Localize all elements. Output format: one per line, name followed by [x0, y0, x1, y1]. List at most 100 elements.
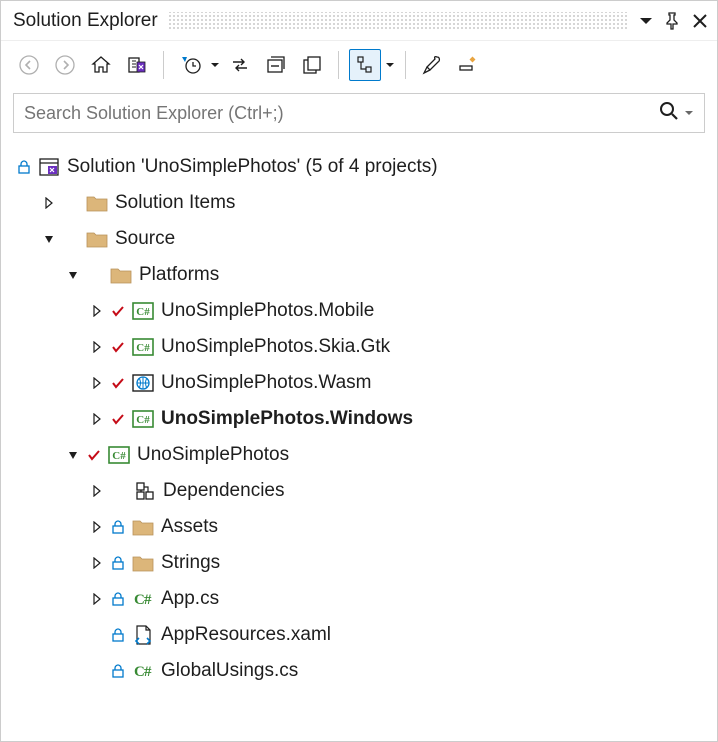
tree-item-main-project[interactable]: C# UnoSimplePhotos: [17, 437, 709, 473]
titlebar: Solution Explorer: [1, 1, 717, 41]
folder-icon: [131, 515, 155, 539]
svg-text:#: #: [144, 592, 152, 608]
chevron-down-icon[interactable]: [65, 447, 81, 463]
folder-icon: [85, 191, 109, 215]
lock-icon: [17, 160, 31, 174]
lock-icon: [111, 628, 125, 642]
tree-item-skia[interactable]: C# UnoSimplePhotos.Skia.Gtk: [17, 329, 709, 365]
chevron-down-icon[interactable]: [65, 267, 81, 283]
svg-text:C#: C#: [136, 342, 150, 354]
search-icon[interactable]: [658, 100, 680, 127]
folder-icon: [85, 227, 109, 251]
node-label: UnoSimplePhotos.Wasm: [161, 372, 371, 394]
grip-dots[interactable]: [168, 12, 629, 30]
chevron-right-icon[interactable]: [89, 303, 105, 319]
window-options-dropdown-icon[interactable]: [639, 14, 653, 28]
lock-icon: [111, 592, 125, 606]
node-label: Strings: [161, 552, 220, 574]
node-label: GlobalUsings.cs: [161, 660, 298, 682]
csharp-file-icon: C#: [131, 587, 155, 611]
properties-button[interactable]: [416, 49, 448, 81]
node-label: UnoSimplePhotos.Skia.Gtk: [161, 336, 390, 358]
forward-button[interactable]: [49, 49, 81, 81]
node-label: UnoSimplePhotos.Windows: [161, 408, 413, 430]
check-icon: [111, 305, 125, 317]
collapse-all-button[interactable]: [260, 49, 292, 81]
show-all-files-button[interactable]: [296, 49, 328, 81]
back-button[interactable]: [13, 49, 45, 81]
node-label: Assets: [161, 516, 218, 538]
tree-item-platforms[interactable]: Platforms: [17, 257, 709, 293]
check-icon: [111, 341, 125, 353]
tree-item-app-resources[interactable]: AppResources.xaml: [17, 617, 709, 653]
tree-item-wasm[interactable]: UnoSimplePhotos.Wasm: [17, 365, 709, 401]
tree-item-strings[interactable]: Strings: [17, 545, 709, 581]
chevron-right-icon[interactable]: [89, 555, 105, 571]
node-label: App.cs: [161, 588, 219, 610]
svg-text:#: #: [144, 664, 152, 680]
csharp-project-icon: C#: [131, 299, 155, 323]
chevron-right-icon[interactable]: [89, 483, 105, 499]
separator: [338, 51, 339, 79]
chevron-right-icon[interactable]: [89, 375, 105, 391]
filter-dropdown-icon[interactable]: [210, 60, 220, 70]
pending-changes-filter-button[interactable]: [174, 49, 206, 81]
node-label: UnoSimplePhotos.Mobile: [161, 300, 374, 322]
home-button[interactable]: [85, 49, 117, 81]
svg-text:C#: C#: [112, 450, 126, 462]
dependencies-icon: [133, 479, 157, 503]
chevron-right-icon[interactable]: [41, 195, 57, 211]
toolbar: [1, 41, 717, 89]
chevron-right-icon[interactable]: [89, 591, 105, 607]
lock-icon: [111, 556, 125, 570]
svg-text:C#: C#: [136, 306, 150, 318]
csharp-project-icon: C#: [131, 335, 155, 359]
track-active-item-button[interactable]: [349, 49, 381, 81]
tree-item-mobile[interactable]: C# UnoSimplePhotos.Mobile: [17, 293, 709, 329]
web-project-icon: [131, 371, 155, 395]
sync-button[interactable]: [224, 49, 256, 81]
solution-icon: [37, 155, 61, 179]
tree-item-windows[interactable]: C# UnoSimplePhotos.Windows: [17, 401, 709, 437]
tree-item-source[interactable]: Source: [17, 221, 709, 257]
search-input[interactable]: [24, 103, 658, 124]
track-dropdown-icon[interactable]: [385, 60, 395, 70]
tree-item-global-usings[interactable]: C# GlobalUsings.cs: [17, 653, 709, 689]
xaml-file-icon: [131, 623, 155, 647]
pin-icon[interactable]: [663, 12, 681, 30]
chevron-right-icon[interactable]: [89, 519, 105, 535]
search-options-dropdown-icon[interactable]: [684, 103, 694, 123]
csharp-project-icon: C#: [107, 443, 131, 467]
node-label: Platforms: [139, 264, 219, 286]
solution-node[interactable]: Solution 'UnoSimplePhotos' (5 of 4 proje…: [17, 149, 709, 185]
search-bar[interactable]: [13, 93, 705, 133]
separator: [163, 51, 164, 79]
check-icon: [87, 449, 101, 461]
solution-tree: Solution 'UnoSimplePhotos' (5 of 4 proje…: [1, 141, 717, 741]
chevron-down-icon[interactable]: [41, 231, 57, 247]
folder-icon: [109, 263, 133, 287]
lock-icon: [111, 520, 125, 534]
tree-item-assets[interactable]: Assets: [17, 509, 709, 545]
tree-item-solution-items[interactable]: Solution Items: [17, 185, 709, 221]
close-icon[interactable]: [691, 12, 709, 30]
node-label: Dependencies: [163, 480, 284, 502]
tree-item-app-cs[interactable]: C# App.cs: [17, 581, 709, 617]
chevron-right-icon[interactable]: [89, 411, 105, 427]
csharp-project-icon: C#: [131, 407, 155, 431]
lock-icon: [111, 664, 125, 678]
tree-item-dependencies[interactable]: Dependencies: [17, 473, 709, 509]
preview-button[interactable]: [452, 49, 484, 81]
node-label: Source: [115, 228, 175, 250]
node-label: UnoSimplePhotos: [137, 444, 289, 466]
switch-views-button[interactable]: [121, 49, 153, 81]
separator: [405, 51, 406, 79]
node-label: Solution Items: [115, 192, 235, 214]
csharp-file-icon: C#: [131, 659, 155, 683]
check-icon: [111, 413, 125, 425]
node-label: AppResources.xaml: [161, 624, 331, 646]
chevron-right-icon[interactable]: [89, 339, 105, 355]
folder-icon: [131, 551, 155, 575]
panel-title: Solution Explorer: [13, 10, 158, 32]
svg-text:C#: C#: [136, 414, 150, 426]
